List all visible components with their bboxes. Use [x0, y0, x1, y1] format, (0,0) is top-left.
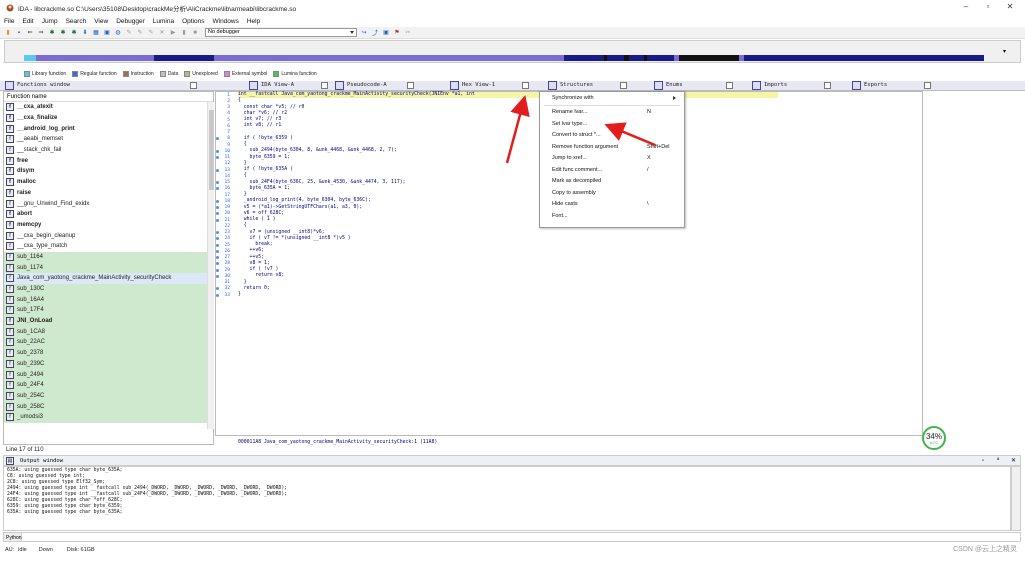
restore-icon[interactable]: ▫: [982, 458, 984, 464]
output-line: 635A: using guessed type char byte_635A;: [7, 510, 123, 515]
python-command-line[interactable]: Python: [3, 532, 1021, 542]
output-window-header: ▤ Output window ▫ ª ✕: [3, 455, 1021, 466]
output-window-icon: ▤: [6, 456, 14, 465]
status-direction: Down: [38, 547, 53, 553]
cpu-percent: 34%: [925, 432, 942, 441]
python-label[interactable]: Python: [4, 533, 22, 541]
output-scrollbar[interactable]: [1011, 466, 1021, 531]
output-log[interactable]: 635A: using guessed type char byte_635A;…: [3, 466, 1011, 531]
float-icon[interactable]: ª: [997, 458, 999, 464]
cpu-usage-badge: 34% 61°C: [922, 426, 946, 450]
status-disk: Disk: 61GB: [66, 547, 95, 553]
status-bar: AU: idle Down Disk: 61GB: [0, 545, 1025, 555]
watermark: CSDN @云上之精灵: [953, 546, 1017, 553]
close-output-icon[interactable]: ✕: [1011, 457, 1016, 464]
output-window-title: Output window: [20, 457, 64, 464]
cpu-temp: 61°C: [930, 441, 938, 445]
status-au: AU:: [5, 547, 15, 553]
status-state: idle: [18, 547, 27, 553]
